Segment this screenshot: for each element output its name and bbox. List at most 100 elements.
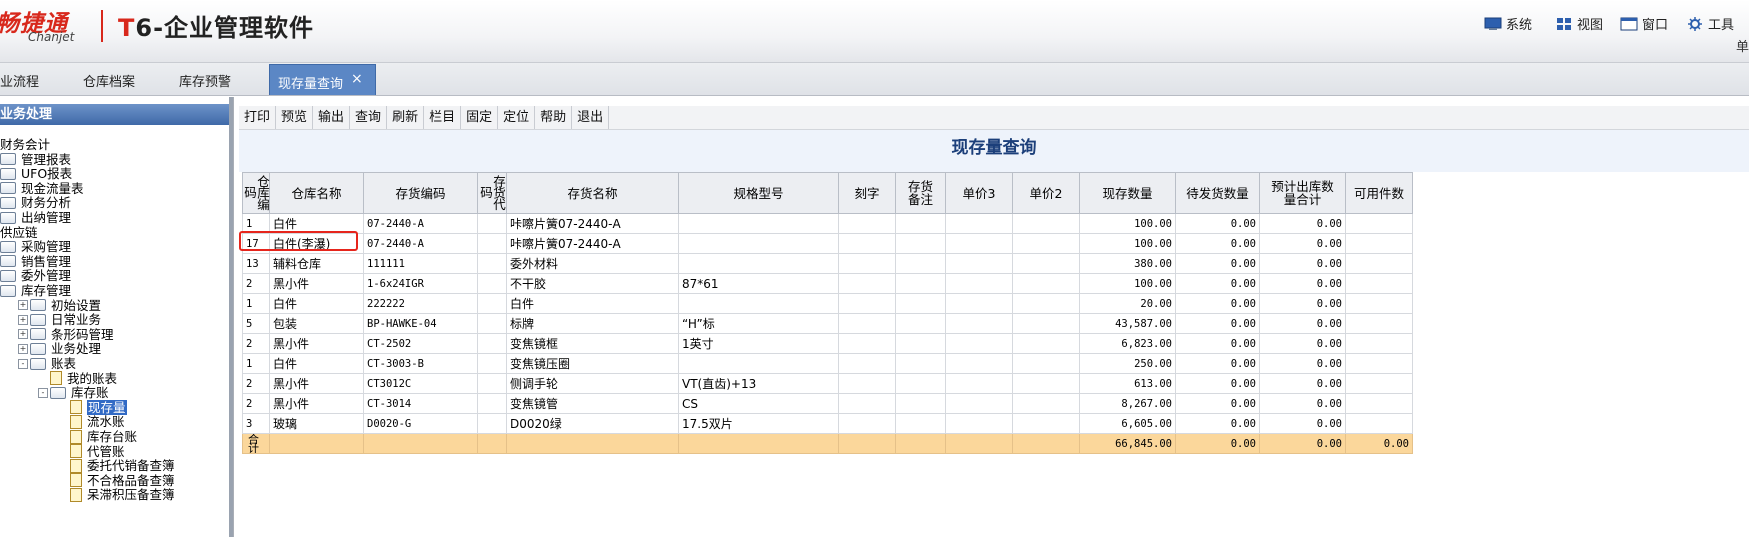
table-row[interactable]: 1 白件 222222 白件 20.00 0.00 0.00 xyxy=(242,293,1413,314)
tree-node-label: 现金流量表 xyxy=(21,180,84,196)
tree-node[interactable]: 委托代销备查簿 xyxy=(58,458,175,474)
tree-node[interactable]: + 初始设置 xyxy=(18,298,101,314)
fix-button[interactable]: 固定 xyxy=(461,106,499,129)
table-cell: 0.00 xyxy=(1175,233,1260,254)
tree-node[interactable]: 出纳管理 xyxy=(0,210,71,226)
preview-button[interactable]: 预览 xyxy=(276,106,314,129)
tree-node[interactable]: 财务分析 xyxy=(0,195,71,211)
tree-node[interactable]: 销售管理 xyxy=(0,254,71,270)
column-header[interactable]: 存货代码 xyxy=(477,172,507,214)
sidebar-scrollbar[interactable] xyxy=(229,97,233,537)
column-header[interactable]: 规格型号 xyxy=(678,172,839,214)
table-cell xyxy=(895,373,946,394)
folder-icon xyxy=(0,167,16,180)
report-toolbar: 打印 预览 输出 查询 刷新 栏目 固定 定位 帮助 退出 xyxy=(239,106,1749,130)
tree-node[interactable]: 库存管理 xyxy=(0,283,71,299)
table-cell xyxy=(838,393,896,414)
tree-node[interactable]: 我的账表 xyxy=(38,371,117,387)
collapse-icon[interactable]: - xyxy=(18,358,28,369)
expand-icon[interactable]: + xyxy=(18,300,28,311)
locate-button[interactable]: 定位 xyxy=(498,106,536,129)
app-title: T6-企业管理软件 xyxy=(118,14,315,42)
tree-node[interactable]: UFO报表 xyxy=(0,166,72,182)
table-cell: 0.00 xyxy=(1259,213,1346,234)
tree-node[interactable]: 财务会计 xyxy=(0,137,50,153)
table-cell: 变焦镜管 xyxy=(506,393,679,414)
folder-icon xyxy=(0,211,16,224)
table-row[interactable]: 5 包装 BP-HAWKE-04 标牌 “H”标 43,587.00 0.00 0.00 xyxy=(242,313,1413,334)
table-cell xyxy=(477,273,507,294)
tab-stock-warning[interactable]: 库存预警 xyxy=(179,71,231,90)
tree-node-label: 流水账 xyxy=(87,414,125,430)
column-header[interactable]: 仓库编码 xyxy=(242,172,270,214)
column-header[interactable]: 单价3 xyxy=(945,172,1013,214)
column-header[interactable]: 存货名称 xyxy=(506,172,679,214)
table-row[interactable]: 2 黑小件 CT-3014 变焦镜管 CS 8,267.00 0.00 0.00 xyxy=(242,393,1413,414)
query-button[interactable]: 查询 xyxy=(350,106,388,129)
menu-view[interactable]: 视图 xyxy=(1555,14,1603,33)
table-row[interactable]: 13 辅料仓库 111111 委外材料 380.00 0.00 0.00 xyxy=(242,253,1413,274)
app-header: 畅捷通 Chanjet T6-企业管理软件 系统 视图 窗口 工具 单 xyxy=(0,0,1749,63)
tree-node[interactable]: 管理报表 xyxy=(0,152,71,168)
column-header[interactable]: 可用件数 xyxy=(1345,172,1413,214)
table-cell: 0.00 xyxy=(1175,273,1260,294)
tree-node[interactable]: 现存量 xyxy=(58,399,127,416)
table-cell: 100.00 xyxy=(1079,213,1176,234)
tree-node[interactable]: + 条形码管理 xyxy=(18,327,114,343)
table-cell: 0.00 xyxy=(1259,393,1346,414)
expand-icon[interactable]: + xyxy=(18,329,28,340)
expand-icon[interactable]: + xyxy=(18,343,28,354)
tree-node[interactable]: 供应链 xyxy=(0,225,38,241)
tree-node[interactable]: - 库存账 xyxy=(38,385,109,401)
expand-icon[interactable]: + xyxy=(18,314,28,325)
table-cell: “H”标 xyxy=(678,313,839,334)
collapse-icon[interactable]: - xyxy=(38,387,48,398)
column-header[interactable]: 刻字 xyxy=(838,172,896,214)
tree-node[interactable]: 委外管理 xyxy=(0,268,71,284)
table-row[interactable]: 2 黑小件 CT3012C 侧调手轮 VT(直齿)+13 613.00 0.00 0.00 xyxy=(242,373,1413,394)
table-row[interactable]: 2 黑小件 CT-2502 变焦镜框 1英寸 6,823.00 0.00 0.00 xyxy=(242,333,1413,354)
tab-warehouse-archive[interactable]: 仓库档案 xyxy=(83,71,135,90)
table-row[interactable]: 1 白件 07-2440-A 咔嚓片簧07-2440-A 100.00 0.00 0.00 xyxy=(242,213,1413,234)
column-header[interactable]: 预计出库数量合计 xyxy=(1259,172,1346,214)
tree-node[interactable]: + 日常业务 xyxy=(18,312,101,328)
column-header[interactable]: 单价2 xyxy=(1012,172,1080,214)
column-header[interactable]: 仓库名称 xyxy=(269,172,364,214)
table-cell xyxy=(1345,233,1413,254)
column-header[interactable]: 现存数量 xyxy=(1079,172,1176,214)
column-header[interactable]: 存货编码 xyxy=(363,172,478,214)
menu-system[interactable]: 系统 xyxy=(1484,14,1532,33)
tab-business-flow[interactable]: 业流程 xyxy=(0,71,39,90)
table-cell xyxy=(477,233,507,254)
table-row[interactable]: 1 白件 CT-3003-B 变焦镜压圈 250.00 0.00 0.00 xyxy=(242,353,1413,374)
tree-node[interactable]: 库存台账 xyxy=(58,429,137,445)
menu-window[interactable]: 窗口 xyxy=(1620,14,1668,33)
column-header[interactable]: 待发货数量 xyxy=(1175,172,1260,214)
table-cell xyxy=(838,233,896,254)
menu-tools[interactable]: 工具 xyxy=(1686,14,1734,33)
close-icon[interactable]: × xyxy=(351,71,363,87)
refresh-button[interactable]: 刷新 xyxy=(387,106,425,129)
tree-node[interactable]: + 业务处理 xyxy=(18,341,101,357)
export-button[interactable]: 输出 xyxy=(313,106,351,129)
tree-node[interactable]: - 账表 xyxy=(18,356,76,372)
table-row[interactable]: 17 白件(李瀑) 07-2440-A 咔嚓片簧07-2440-A 100.00 0.00… xyxy=(242,233,1413,254)
tree-node[interactable]: 现金流量表 xyxy=(0,181,84,197)
columns-button[interactable]: 栏目 xyxy=(424,106,462,129)
table-row[interactable]: 3 玻璃 D0020-G D0020绿 17.5双片 6,605.00 0.00 0.00 xyxy=(242,413,1413,434)
table-cell xyxy=(945,373,1013,394)
total-cell xyxy=(1012,433,1080,454)
print-button[interactable]: 打印 xyxy=(239,106,277,129)
column-header[interactable]: 存货备注 xyxy=(895,172,946,214)
tree-node[interactable]: 代管账 xyxy=(58,444,125,460)
tree-node[interactable]: 采购管理 xyxy=(0,239,71,255)
table-cell xyxy=(1012,293,1080,314)
table-row[interactable]: 2 黑小件 1-6x24IGR 不干胶 87*61 100.00 0.00 0.00 xyxy=(242,273,1413,294)
exit-button[interactable]: 退出 xyxy=(572,106,610,129)
table-cell xyxy=(1345,273,1413,294)
tab-stock-query[interactable]: 现存量查询 × xyxy=(269,64,376,95)
tree-node[interactable]: 不合格品备查簿 xyxy=(58,473,175,489)
tree-node[interactable]: 流水账 xyxy=(58,414,125,430)
tree-node[interactable]: 呆滞积压备查簿 xyxy=(58,487,175,503)
help-button[interactable]: 帮助 xyxy=(535,106,573,129)
